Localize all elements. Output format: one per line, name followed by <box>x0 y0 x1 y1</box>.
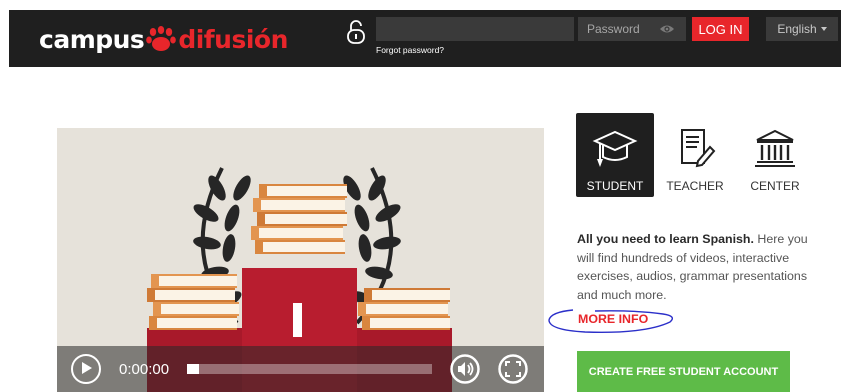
video-time: 0:00:00 <box>119 361 170 378</box>
video-controls: 0:00:00 <box>57 346 544 392</box>
login-button[interactable]: LOG IN <box>692 17 749 41</box>
institution-building-icon <box>755 129 795 167</box>
account-type-tabs: STUDENT TEACHER CENTER <box>576 113 816 197</box>
logo-word-campus: campus <box>39 24 145 54</box>
volume-icon[interactable] <box>450 354 480 384</box>
tab-student[interactable]: STUDENT <box>576 113 654 197</box>
language-label: English <box>777 22 817 36</box>
top-bar: campus difusión Forgot password? LOG IN … <box>9 10 841 67</box>
username-input[interactable] <box>376 17 574 41</box>
graduation-cap-icon <box>592 130 638 167</box>
caret-down-icon <box>820 27 827 31</box>
hand-drawn-circle-annotation <box>548 309 673 333</box>
tab-teacher[interactable]: TEACHER <box>656 113 734 197</box>
language-dropdown[interactable]: English <box>766 17 838 41</box>
progress-bar[interactable] <box>187 364 432 374</box>
campus-difusion-logo[interactable]: campus difusión <box>39 24 288 54</box>
video-player[interactable]: 0:00:00 <box>57 128 544 392</box>
tab-center-label: CENTER <box>750 179 800 193</box>
progress-handle[interactable] <box>187 364 199 374</box>
create-student-account-button[interactable]: CREATE FREE STUDENT ACCOUNT <box>577 351 790 392</box>
student-description: All you need to learn Spanish. Here you … <box>577 230 823 304</box>
notebook-pencil-icon <box>681 129 716 168</box>
tab-student-label: STUDENT <box>586 179 644 193</box>
forgot-password-link[interactable]: Forgot password? <box>376 45 444 55</box>
play-icon[interactable] <box>71 354 101 384</box>
tab-center[interactable]: CENTER <box>736 113 814 197</box>
fullscreen-icon[interactable] <box>498 354 528 384</box>
tab-teacher-label: TEACHER <box>666 179 724 193</box>
lock-icon <box>347 20 365 44</box>
eye-icon[interactable] <box>659 23 675 35</box>
logo-word-difusion: difusión <box>178 24 288 54</box>
paw-icon <box>146 26 177 51</box>
description-lead: All you need to learn Spanish. <box>577 232 754 246</box>
